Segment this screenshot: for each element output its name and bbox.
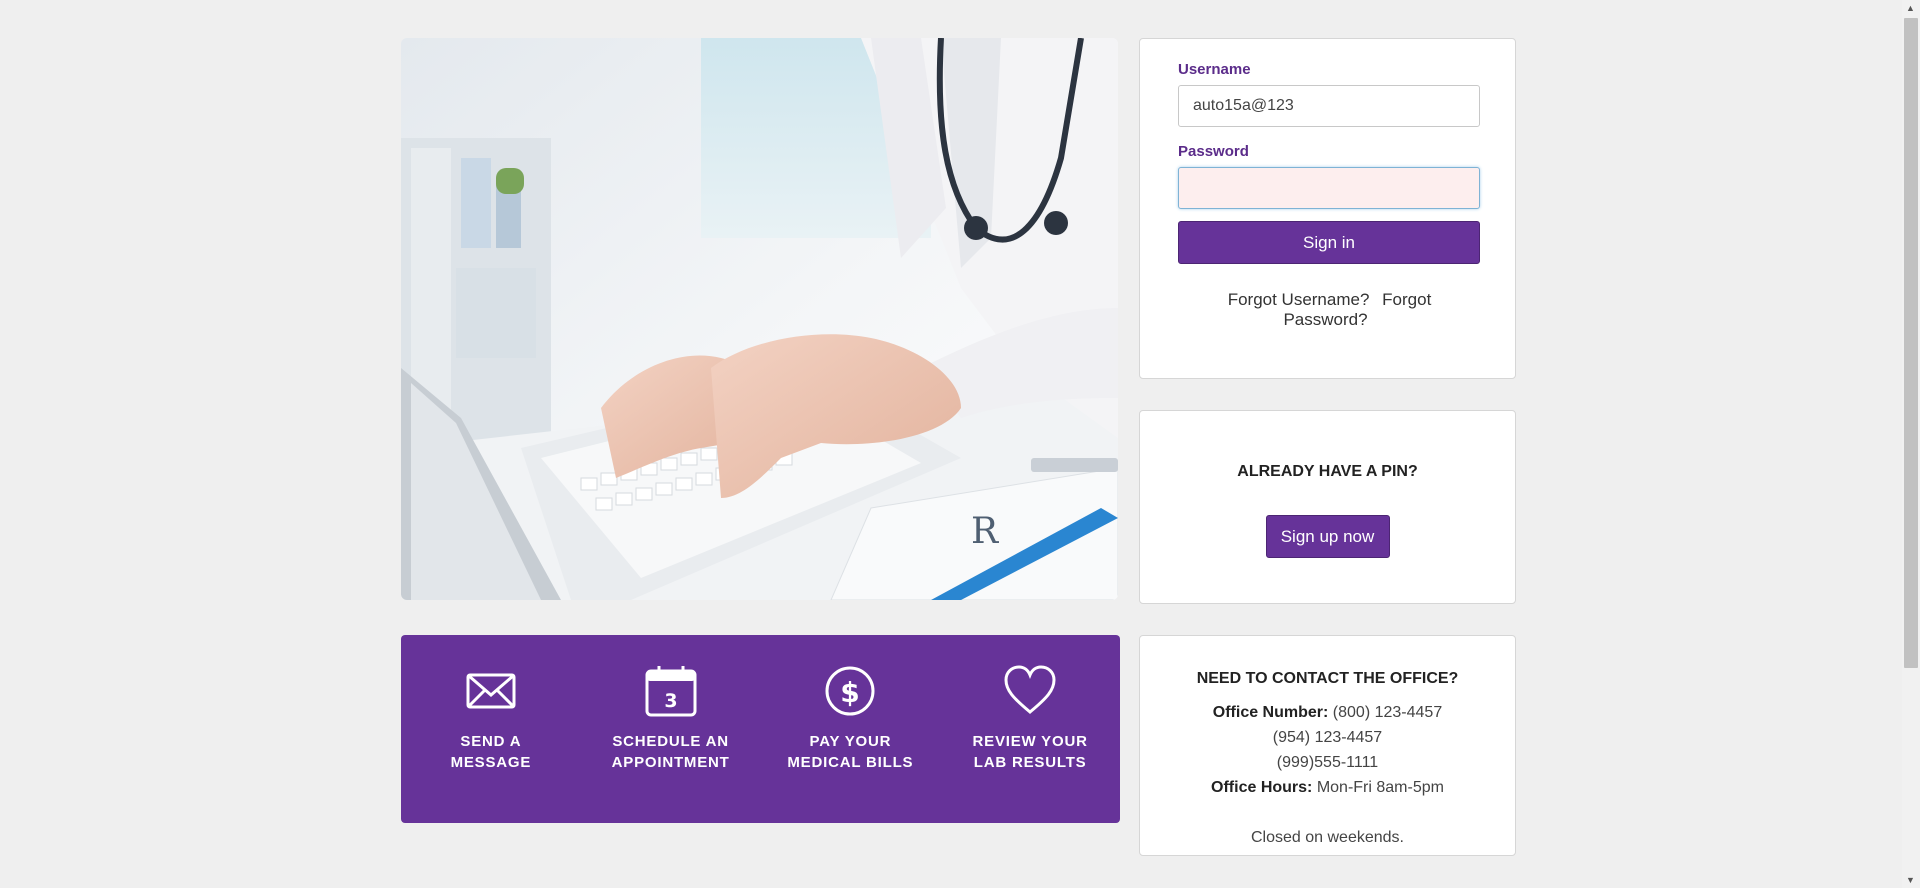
calendar-day: 3 [664, 690, 677, 712]
office-number-2: (954) 123-4457 [1272, 729, 1383, 746]
schedule-appointment-link[interactable]: 3 SCHEDULE AN APPOINTMENT [586, 665, 756, 773]
sign-up-button[interactable]: Sign up now [1265, 515, 1390, 558]
lab-results-link[interactable]: REVIEW YOUR LAB RESULTS [945, 665, 1115, 773]
closed-note: Closed on weekends. [1251, 829, 1404, 846]
vertical-scrollbar[interactable]: ▲ ▼ [1902, 0, 1920, 888]
contact-heading: NEED TO CONTACT THE OFFICE? [1196, 670, 1459, 687]
scroll-up-icon[interactable]: ▲ [1906, 3, 1915, 13]
feature-label: REVIEW YOUR LAB RESULTS [972, 733, 1088, 771]
pay-bills-link[interactable]: $ PAY YOUR MEDICAL BILLS [765, 665, 935, 773]
sign-in-button[interactable]: Sign in [1178, 221, 1480, 264]
quick-actions-bar: SEND A MESSAGE 3 SCHEDULE AN APPOINTMENT… [401, 635, 1120, 823]
doctor-typing-illustration: R [401, 38, 1118, 600]
svg-text:$: $ [841, 676, 860, 709]
envelope-icon [464, 665, 518, 717]
office-number-1: (800) 123-4457 [1332, 704, 1443, 721]
office-number-line: Office Number: (800) 123-4457 [1140, 700, 1515, 725]
send-message-link[interactable]: SEND A MESSAGE [406, 665, 576, 773]
office-number-3: (999)555-1111 [1276, 754, 1379, 771]
feature-label: SCHEDULE AN APPOINTMENT [611, 733, 730, 771]
svg-text:R: R [971, 511, 999, 552]
feature-label: PAY YOUR MEDICAL BILLS [787, 733, 914, 771]
forgot-username-link[interactable]: Forgot Username? [1228, 290, 1370, 309]
scroll-down-icon[interactable]: ▼ [1906, 875, 1915, 885]
password-input[interactable] [1178, 167, 1480, 209]
calendar-icon: 3 [644, 665, 698, 717]
contact-card: NEED TO CONTACT THE OFFICE? Office Numbe… [1139, 635, 1516, 856]
office-hours-value: Mon-Fri 8am-5pm [1316, 779, 1444, 796]
office-hours-label: Office Hours: [1211, 779, 1313, 796]
forgot-links: Forgot Username? Forgot Password? [1178, 290, 1477, 330]
office-number-label: Office Number: [1212, 704, 1329, 721]
username-label: Username [1178, 61, 1251, 78]
pin-card: ALREADY HAVE A PIN? Sign up now [1139, 410, 1516, 604]
heart-icon [1003, 665, 1057, 717]
username-input[interactable] [1178, 85, 1480, 127]
feature-label: SEND A MESSAGE [450, 733, 532, 771]
pin-heading: ALREADY HAVE A PIN? [1237, 463, 1418, 480]
password-label: Password [1178, 143, 1249, 160]
dollar-icon: $ [823, 665, 877, 717]
login-card: Username Password Sign in Forgot Usernam… [1139, 38, 1516, 379]
scrollbar-thumb[interactable] [1904, 18, 1918, 668]
hero-image: R [401, 38, 1118, 600]
office-hours-line: Office Hours: Mon-Fri 8am-5pm [1140, 775, 1515, 800]
